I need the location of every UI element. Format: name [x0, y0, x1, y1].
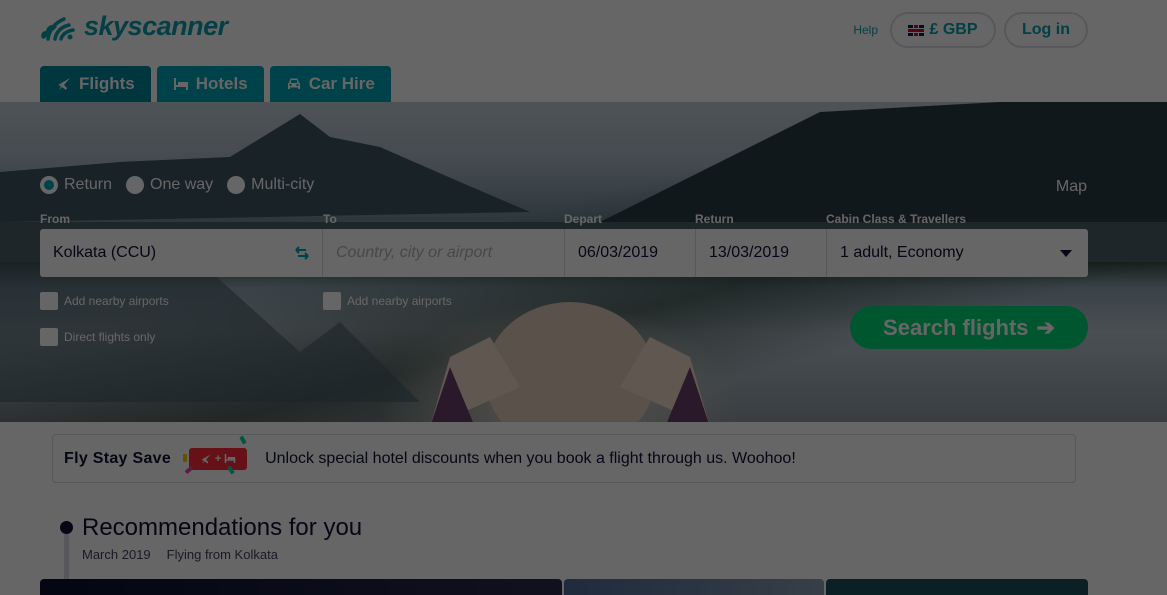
modal-backdrop-overlay[interactable]	[0, 0, 1167, 595]
